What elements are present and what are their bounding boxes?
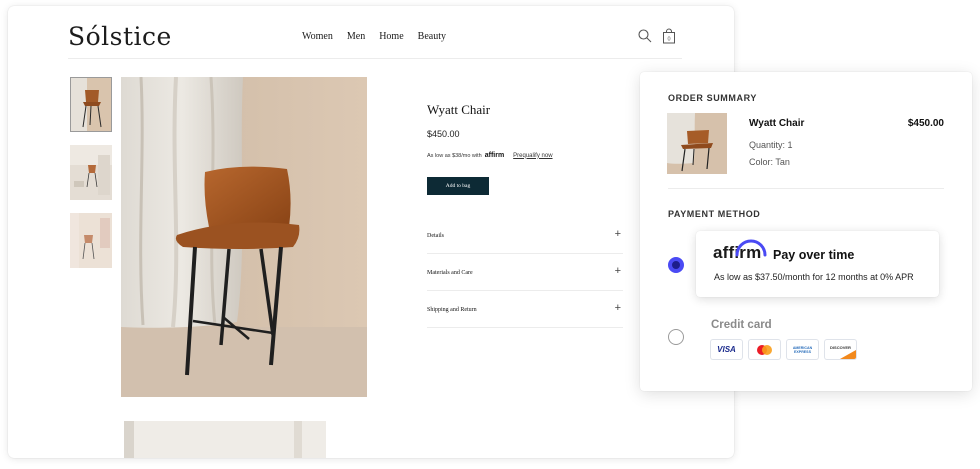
affirm-radio-selected[interactable] bbox=[668, 257, 684, 273]
credit-card-label[interactable]: Credit card bbox=[711, 319, 772, 331]
add-to-bag-button[interactable]: Add to bag bbox=[427, 177, 489, 195]
mastercard-icon bbox=[749, 340, 780, 359]
accordion-label: Details bbox=[427, 233, 444, 239]
store-logo[interactable]: Sólstice bbox=[68, 22, 172, 51]
affirm-arc-icon bbox=[735, 239, 767, 257]
visa-icon: VISA bbox=[711, 340, 742, 359]
nav-home[interactable]: Home bbox=[379, 31, 403, 42]
nav-men[interactable]: Men bbox=[347, 31, 365, 42]
affirm-payment-option[interactable]: affirm Pay over time As low as $37.50/mo… bbox=[696, 231, 939, 297]
summary-divider bbox=[668, 188, 944, 189]
product-price: $450.00 bbox=[427, 129, 460, 139]
store-window: Sólstice Women Men Home Beauty 0 Wyatt C… bbox=[8, 6, 734, 458]
order-summary-heading: ORDER SUMMARY bbox=[668, 93, 757, 103]
summary-quantity: Quantity: 1 bbox=[749, 140, 793, 150]
shopping-bag-icon[interactable]: 0 bbox=[661, 28, 677, 44]
affirm-logo-mini: affirm bbox=[484, 152, 505, 159]
plus-icon: + bbox=[614, 265, 621, 277]
summary-product-image bbox=[667, 113, 727, 174]
product-secondary-image bbox=[124, 421, 326, 458]
card-brand-logos: VISA AMERICAN EXPRESS DISCOVER bbox=[711, 340, 856, 359]
plus-icon: + bbox=[614, 228, 621, 240]
summary-item-name: Wyatt Chair bbox=[749, 118, 805, 129]
credit-card-radio[interactable] bbox=[668, 329, 684, 345]
nav-beauty[interactable]: Beauty bbox=[418, 31, 446, 42]
header-divider bbox=[68, 58, 682, 59]
summary-color: Color: Tan bbox=[749, 157, 790, 167]
plus-icon: + bbox=[614, 302, 621, 314]
payment-method-heading: PAYMENT METHOD bbox=[668, 209, 761, 219]
order-summary-panel: ORDER SUMMARY Wyatt Chair $450.00 Quanti… bbox=[640, 72, 972, 391]
accordion-label: Shipping and Return bbox=[427, 307, 477, 313]
discover-icon: DISCOVER bbox=[825, 340, 856, 359]
search-icon[interactable] bbox=[637, 28, 653, 44]
american-express-icon: AMERICAN EXPRESS bbox=[787, 340, 818, 359]
product-title: Wyatt Chair bbox=[427, 102, 491, 117]
affirm-option-subtitle: As low as $37.50/month for 12 months at … bbox=[714, 272, 914, 282]
affirm-option-title: Pay over time bbox=[773, 248, 855, 262]
summary-item-price: $450.00 bbox=[907, 118, 944, 129]
accordion-label: Materials and Care bbox=[427, 270, 473, 276]
bag-count: 0 bbox=[667, 37, 670, 43]
affirm-promo-message: As low as $38/mo with affirm Prequalify … bbox=[427, 152, 553, 159]
accordion-details[interactable]: Details + bbox=[427, 217, 623, 254]
product-main-image bbox=[121, 77, 367, 397]
product-thumbnail-3[interactable] bbox=[70, 213, 112, 268]
product-thumbnail-2[interactable] bbox=[70, 145, 112, 200]
accordion-materials-and-care[interactable]: Materials and Care + bbox=[427, 254, 623, 291]
main-nav: Women Men Home Beauty bbox=[302, 31, 446, 42]
affirm-promo-text: As low as $38/mo with bbox=[427, 152, 482, 159]
product-thumbnail-1[interactable] bbox=[70, 77, 112, 132]
accordion-shipping-and-return[interactable]: Shipping and Return + bbox=[427, 291, 623, 328]
nav-women[interactable]: Women bbox=[302, 31, 333, 42]
prequalify-link[interactable]: Prequalify now bbox=[513, 153, 552, 159]
